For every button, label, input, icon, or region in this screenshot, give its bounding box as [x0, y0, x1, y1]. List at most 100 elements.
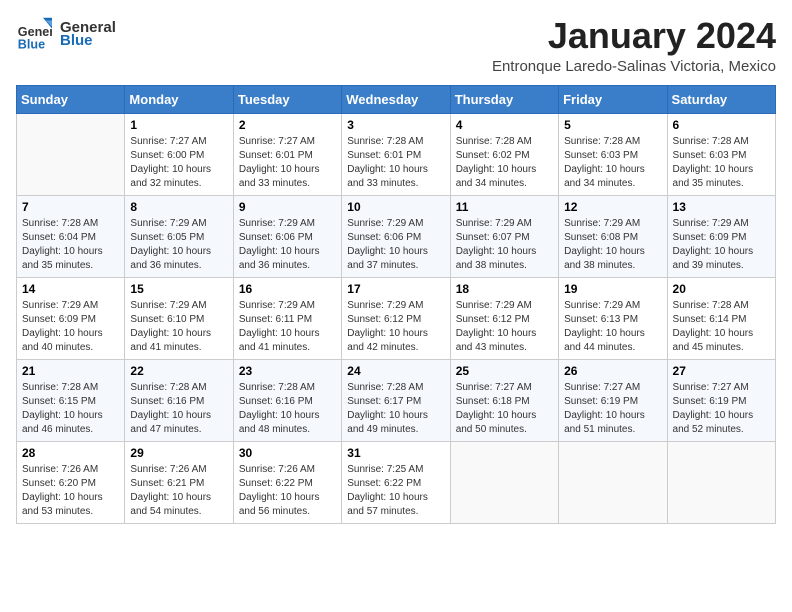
day-number: 17 [347, 282, 444, 296]
day-number: 31 [347, 446, 444, 460]
day-number: 12 [564, 200, 661, 214]
calendar-cell: 15Sunrise: 7:29 AM Sunset: 6:10 PM Dayli… [125, 277, 233, 359]
calendar-week-4: 28 Sunrise: 7:26 AM Sunset: 6:20 PM Dayli… [17, 441, 776, 523]
calendar-cell: 1 Sunrise: 7:27 AM Sunset: 6:00 PM Daylig… [125, 113, 233, 195]
calendar-header: SundayMondayTuesdayWednesdayThursdayFrid… [17, 85, 776, 113]
calendar-cell: 31 Sunrise: 7:25 AM Sunset: 6:22 PM Dayli… [342, 441, 450, 523]
svg-text:Blue: Blue [18, 37, 45, 51]
day-number: 22 [130, 364, 227, 378]
day-number: 20 [673, 282, 770, 296]
calendar-cell: 14 Sunrise: 7:29 AM Sunset: 6:09 PM Dayli… [17, 277, 125, 359]
calendar-cell: 30 Sunrise: 7:26 AM Sunset: 6:22 PM Dayli… [233, 441, 341, 523]
day-number: 26 [564, 364, 661, 378]
calendar-cell: 10 Sunrise: 7:29 AM Sunset: 6:06 PM Dayli… [342, 195, 450, 277]
day-number: 14 [22, 282, 119, 296]
calendar-cell: 9 Sunrise: 7:29 AM Sunset: 6:06 PM Daylig… [233, 195, 341, 277]
day-number: 21 [22, 364, 119, 378]
day-info: Sunrise: 7:28 AM Sunset: 6:16 PM Dayligh… [239, 381, 336, 437]
day-info: Sunrise: 7:29 AM Sunset: 6:12 PM Dayligh… [456, 299, 553, 355]
day-number: 13 [673, 200, 770, 214]
day-number: 19 [564, 282, 661, 296]
calendar-cell: 2 Sunrise: 7:27 AM Sunset: 6:01 PM Daylig… [233, 113, 341, 195]
day-info: Sunrise: 7:29 AM Sunset: 6:13 PM Dayligh… [564, 299, 661, 355]
day-number: 8 [130, 200, 227, 214]
calendar-cell: 11Sunrise: 7:29 AM Sunset: 6:07 PM Dayli… [450, 195, 558, 277]
day-info: Sunrise: 7:29 AM Sunset: 6:12 PM Dayligh… [347, 299, 444, 355]
day-number: 4 [456, 118, 553, 132]
header-day-monday: Monday [125, 85, 233, 113]
calendar-cell: 7 Sunrise: 7:28 AM Sunset: 6:04 PM Daylig… [17, 195, 125, 277]
calendar-cell [667, 441, 775, 523]
calendar-cell: 16 Sunrise: 7:29 AM Sunset: 6:11 PM Dayli… [233, 277, 341, 359]
calendar-cell [17, 113, 125, 195]
day-number: 23 [239, 364, 336, 378]
calendar-cell: 19 Sunrise: 7:29 AM Sunset: 6:13 PM Dayli… [559, 277, 667, 359]
day-info: Sunrise: 7:28 AM Sunset: 6:15 PM Dayligh… [22, 381, 119, 437]
day-number: 27 [673, 364, 770, 378]
calendar-cell: 8 Sunrise: 7:29 AM Sunset: 6:05 PM Daylig… [125, 195, 233, 277]
calendar-week-3: 21 Sunrise: 7:28 AM Sunset: 6:15 PM Dayli… [17, 359, 776, 441]
logo: General Blue General Blue [16, 16, 116, 52]
calendar-cell: 22 Sunrise: 7:28 AM Sunset: 6:16 PM Dayli… [125, 359, 233, 441]
calendar-cell: 25Sunrise: 7:27 AM Sunset: 6:18 PM Dayli… [450, 359, 558, 441]
day-info: Sunrise: 7:27 AM Sunset: 6:18 PM Dayligh… [456, 381, 553, 437]
day-info: Sunrise: 7:29 AM Sunset: 6:09 PM Dayligh… [22, 299, 119, 355]
day-info: Sunrise: 7:27 AM Sunset: 6:19 PM Dayligh… [673, 381, 770, 437]
header-day-thursday: Thursday [450, 85, 558, 113]
day-number: 30 [239, 446, 336, 460]
day-number: 2 [239, 118, 336, 132]
day-info: Sunrise: 7:27 AM Sunset: 6:19 PM Dayligh… [564, 381, 661, 437]
day-number: 24 [347, 364, 444, 378]
month-title: January 2024 [492, 16, 776, 56]
header-day-sunday: Sunday [17, 85, 125, 113]
day-info: Sunrise: 7:29 AM Sunset: 6:10 PM Dayligh… [130, 299, 227, 355]
day-number: 1 [130, 118, 227, 132]
day-info: Sunrise: 7:28 AM Sunset: 6:17 PM Dayligh… [347, 381, 444, 437]
day-info: Sunrise: 7:27 AM Sunset: 6:01 PM Dayligh… [239, 135, 336, 191]
location-title: Entronque Laredo-Salinas Victoria, Mexic… [492, 58, 776, 75]
calendar-cell: 27 Sunrise: 7:27 AM Sunset: 6:19 PM Dayli… [667, 359, 775, 441]
header-row: SundayMondayTuesdayWednesdayThursdayFrid… [17, 85, 776, 113]
day-info: Sunrise: 7:28 AM Sunset: 6:04 PM Dayligh… [22, 217, 119, 273]
day-info: Sunrise: 7:28 AM Sunset: 6:03 PM Dayligh… [673, 135, 770, 191]
calendar-cell: 28 Sunrise: 7:26 AM Sunset: 6:20 PM Dayli… [17, 441, 125, 523]
calendar-cell [450, 441, 558, 523]
calendar-cell: 21 Sunrise: 7:28 AM Sunset: 6:15 PM Dayli… [17, 359, 125, 441]
header-day-wednesday: Wednesday [342, 85, 450, 113]
day-info: Sunrise: 7:26 AM Sunset: 6:20 PM Dayligh… [22, 463, 119, 519]
day-info: Sunrise: 7:29 AM Sunset: 6:06 PM Dayligh… [347, 217, 444, 273]
header-day-saturday: Saturday [667, 85, 775, 113]
day-info: Sunrise: 7:27 AM Sunset: 6:00 PM Dayligh… [130, 135, 227, 191]
day-number: 10 [347, 200, 444, 214]
calendar-cell: 23 Sunrise: 7:28 AM Sunset: 6:16 PM Dayli… [233, 359, 341, 441]
day-info: Sunrise: 7:26 AM Sunset: 6:22 PM Dayligh… [239, 463, 336, 519]
header-day-friday: Friday [559, 85, 667, 113]
day-info: Sunrise: 7:28 AM Sunset: 6:16 PM Dayligh… [130, 381, 227, 437]
day-info: Sunrise: 7:28 AM Sunset: 6:03 PM Dayligh… [564, 135, 661, 191]
day-info: Sunrise: 7:28 AM Sunset: 6:02 PM Dayligh… [456, 135, 553, 191]
calendar-cell: 17 Sunrise: 7:29 AM Sunset: 6:12 PM Dayli… [342, 277, 450, 359]
day-number: 28 [22, 446, 119, 460]
day-info: Sunrise: 7:29 AM Sunset: 6:06 PM Dayligh… [239, 217, 336, 273]
page-header: General Blue General Blue January 2024 E… [16, 16, 776, 75]
header-day-tuesday: Tuesday [233, 85, 341, 113]
day-number: 7 [22, 200, 119, 214]
calendar-cell: 3Sunrise: 7:28 AM Sunset: 6:01 PM Daylig… [342, 113, 450, 195]
title-area: January 2024 Entronque Laredo-Salinas Vi… [492, 16, 776, 75]
day-info: Sunrise: 7:29 AM Sunset: 6:05 PM Dayligh… [130, 217, 227, 273]
day-info: Sunrise: 7:29 AM Sunset: 6:11 PM Dayligh… [239, 299, 336, 355]
day-number: 16 [239, 282, 336, 296]
calendar-cell [559, 441, 667, 523]
day-info: Sunrise: 7:29 AM Sunset: 6:09 PM Dayligh… [673, 217, 770, 273]
calendar-cell: 20Sunrise: 7:28 AM Sunset: 6:14 PM Dayli… [667, 277, 775, 359]
calendar-cell: 26 Sunrise: 7:27 AM Sunset: 6:19 PM Dayli… [559, 359, 667, 441]
calendar-body: 1 Sunrise: 7:27 AM Sunset: 6:00 PM Daylig… [17, 113, 776, 523]
day-number: 18 [456, 282, 553, 296]
calendar-week-1: 7 Sunrise: 7:28 AM Sunset: 6:04 PM Daylig… [17, 195, 776, 277]
calendar-cell: 13 Sunrise: 7:29 AM Sunset: 6:09 PM Dayli… [667, 195, 775, 277]
calendar-cell: 4 Sunrise: 7:28 AM Sunset: 6:02 PM Daylig… [450, 113, 558, 195]
calendar-week-0: 1 Sunrise: 7:27 AM Sunset: 6:00 PM Daylig… [17, 113, 776, 195]
day-number: 3 [347, 118, 444, 132]
day-info: Sunrise: 7:25 AM Sunset: 6:22 PM Dayligh… [347, 463, 444, 519]
day-number: 9 [239, 200, 336, 214]
